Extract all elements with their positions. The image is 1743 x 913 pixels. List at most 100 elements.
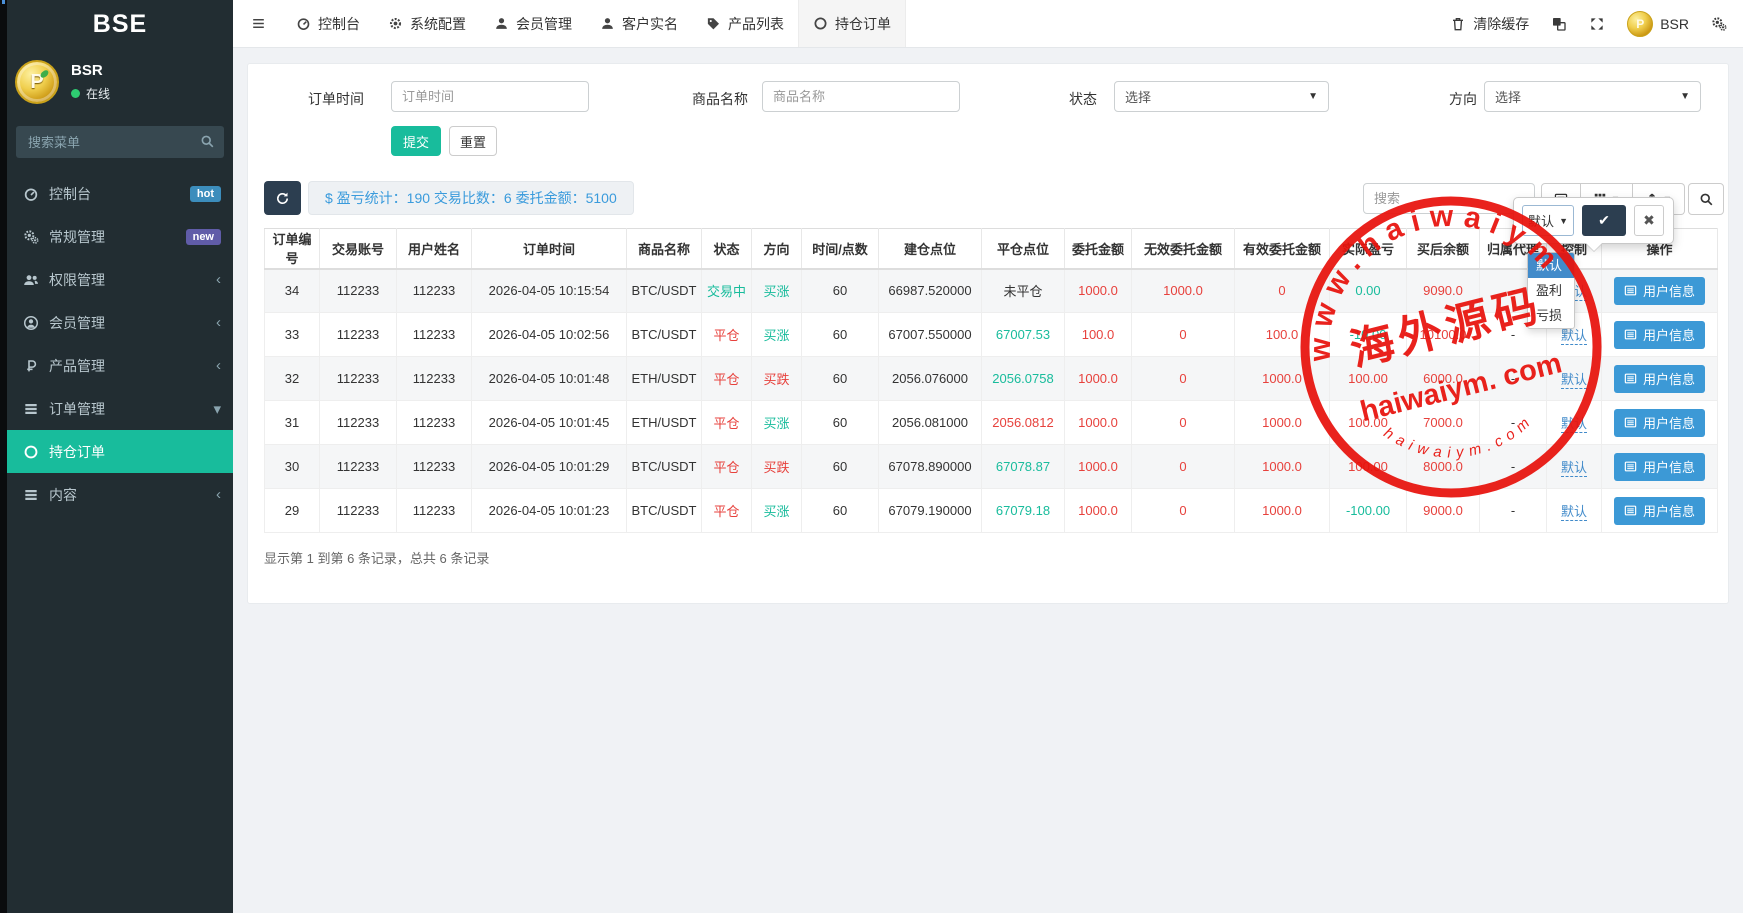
table-cell: 平仓 [713, 372, 739, 387]
list-alt-icon [1624, 504, 1637, 517]
product-name-input[interactable] [762, 81, 960, 112]
expand-icon [1589, 16, 1605, 32]
table-row: 331122331122332026-04-05 10:02:56BTC/USD… [265, 313, 1718, 357]
orders-table: 订单编号交易账号用户姓名订单时间商品名称状态方向时间/点数建仓点位平仓点位委托金… [264, 228, 1718, 533]
fullscreen-button[interactable] [1589, 16, 1605, 32]
online-dot [71, 89, 80, 98]
sidebar-item-会员管理[interactable]: 会员管理 ‹ [7, 301, 233, 344]
control-editable-link[interactable]: 默认 [1561, 416, 1587, 433]
sidebar-item-常规管理[interactable]: 常规管理 new [7, 215, 233, 258]
column-header[interactable]: 委托金额 [1065, 229, 1132, 269]
bars-icon [251, 16, 266, 31]
table-cell: 1000.0 [1078, 283, 1118, 298]
table-cell: 交易中 [707, 284, 746, 299]
status-select[interactable]: 选择 ▼ [1114, 81, 1329, 112]
sidebar-search-input[interactable] [16, 126, 224, 158]
order-time-label: 订单时间 [308, 89, 364, 109]
gauge-icon [23, 186, 39, 202]
user-icon [494, 16, 509, 31]
table-cell: 2026-04-05 10:15:54 [489, 283, 610, 298]
tags-icon [706, 16, 721, 31]
popover-cancel-button[interactable]: ✖ [1634, 205, 1664, 236]
dropdown-option-亏损[interactable]: 亏损 [1528, 303, 1574, 328]
column-header[interactable]: 实际盈亏 [1330, 229, 1407, 269]
user-info-button[interactable]: 用户信息 [1614, 321, 1705, 349]
user-menu[interactable]: BSR [1627, 11, 1689, 37]
user-info-button[interactable]: 用户信息 [1614, 497, 1705, 525]
column-header[interactable]: 订单编号 [265, 229, 320, 269]
refresh-button[interactable] [264, 181, 301, 215]
nav-item-label: 控制台 [318, 14, 360, 34]
table-cell: 112233 [413, 283, 455, 298]
table-cell: 60 [833, 283, 847, 298]
order-time-input[interactable] [391, 81, 589, 112]
table-search-button[interactable] [1688, 183, 1724, 215]
nav-item-label: 会员管理 [516, 14, 572, 34]
control-editable-link[interactable]: 默认 [1561, 328, 1587, 345]
user-info-button[interactable]: 用户信息 [1614, 453, 1705, 481]
user-status: 在线 [86, 85, 110, 102]
sidebar-toggle-button[interactable] [235, 0, 282, 47]
sidebar-item-持仓订单[interactable]: 持仓订单 [7, 430, 233, 473]
column-header[interactable]: 无效委托金额 [1132, 229, 1235, 269]
column-header[interactable]: 方向 [752, 229, 802, 269]
direction-select[interactable]: 选择 ▼ [1484, 81, 1701, 112]
table-cell: 0 [1179, 415, 1186, 430]
caret-down-icon: ▼ [1559, 216, 1568, 226]
popover-select[interactable]: 默认 ▼ [1522, 205, 1574, 236]
user-info-button[interactable]: 用户信息 [1614, 365, 1705, 393]
column-header[interactable]: 状态 [702, 229, 752, 269]
direction-select-value: 选择 [1495, 87, 1521, 106]
nav-item-客户实名[interactable]: 客户实名 [586, 0, 692, 47]
profit-stats-bar: $ 盈亏统计：190 交易比数：6 委托金额：5100 [308, 181, 634, 215]
table-cell: 10100.0 [1420, 327, 1467, 342]
table-cell: 2026-04-05 10:01:23 [489, 503, 610, 518]
reset-button[interactable]: 重置 [449, 126, 497, 156]
sidebar-item-订单管理[interactable]: 订单管理 ▾ [7, 387, 233, 430]
app-window: BSE BSR 在线 控制台 hot 常规管理 new 权限管理 ‹ [0, 0, 1743, 913]
nav-item-会员管理[interactable]: 会员管理 [480, 0, 586, 47]
table-search-input[interactable] [1363, 183, 1535, 214]
table-cell: 买涨 [763, 284, 789, 299]
table-cell: 112233 [337, 503, 379, 518]
column-header[interactable]: 交易账号 [320, 229, 397, 269]
table-cell: -10.00 [1350, 327, 1387, 342]
sidebar-item-内容[interactable]: 内容 ‹ [7, 473, 233, 516]
language-button[interactable] [1551, 16, 1567, 32]
table-cell: 112233 [337, 415, 379, 430]
clear-cache-button[interactable]: 清除缓存 [1450, 14, 1529, 34]
cogs-icon [23, 229, 39, 245]
nav-item-持仓订单[interactable]: 持仓订单 [798, 0, 906, 47]
column-header[interactable]: 有效委托金额 [1235, 229, 1330, 269]
column-header[interactable]: 建仓点位 [879, 229, 982, 269]
control-editable-link[interactable]: 默认 [1561, 460, 1587, 477]
sidebar-item-产品管理[interactable]: 产品管理 ‹ [7, 344, 233, 387]
column-header[interactable]: 平仓点位 [982, 229, 1065, 269]
user-info-button[interactable]: 用户信息 [1614, 409, 1705, 437]
badge-hot: hot [190, 186, 221, 202]
column-header[interactable]: 买后余额 [1407, 229, 1480, 269]
table-cell: 100.0 [1082, 327, 1115, 342]
sidebar-item-控制台[interactable]: 控制台 hot [7, 172, 233, 215]
column-header[interactable]: 订单时间 [472, 229, 627, 269]
control-editable-link[interactable]: 默认 [1561, 504, 1587, 521]
dropdown-option-盈利[interactable]: 盈利 [1528, 278, 1574, 303]
column-header[interactable]: 时间/点数 [802, 229, 879, 269]
sidebar-item-权限管理[interactable]: 权限管理 ‹ [7, 258, 233, 301]
submit-button[interactable]: 提交 [391, 126, 441, 156]
sidebar-item-label: 产品管理 [49, 356, 216, 376]
control-editable-link[interactable]: 默认 [1561, 372, 1587, 389]
nav-item-系统配置[interactable]: 系统配置 [374, 0, 480, 47]
column-header[interactable]: 用户姓名 [397, 229, 472, 269]
nav-item-控制台[interactable]: 控制台 [282, 0, 374, 47]
table-cell: 1000.0 [1078, 371, 1118, 386]
settings-button[interactable] [1711, 16, 1727, 32]
popover-confirm-button[interactable]: ✔ [1582, 205, 1626, 236]
user-info-button[interactable]: 用户信息 [1614, 277, 1705, 305]
table-cell: 30 [285, 459, 299, 474]
nav-item-产品列表[interactable]: 产品列表 [692, 0, 798, 47]
list-icon [23, 401, 39, 417]
dropdown-option-默认[interactable]: 默认 [1528, 253, 1574, 278]
sidebar-menu: 控制台 hot 常规管理 new 权限管理 ‹ 会员管理 ‹ 产品管理 ‹ 订单… [7, 172, 233, 516]
column-header[interactable]: 商品名称 [627, 229, 702, 269]
